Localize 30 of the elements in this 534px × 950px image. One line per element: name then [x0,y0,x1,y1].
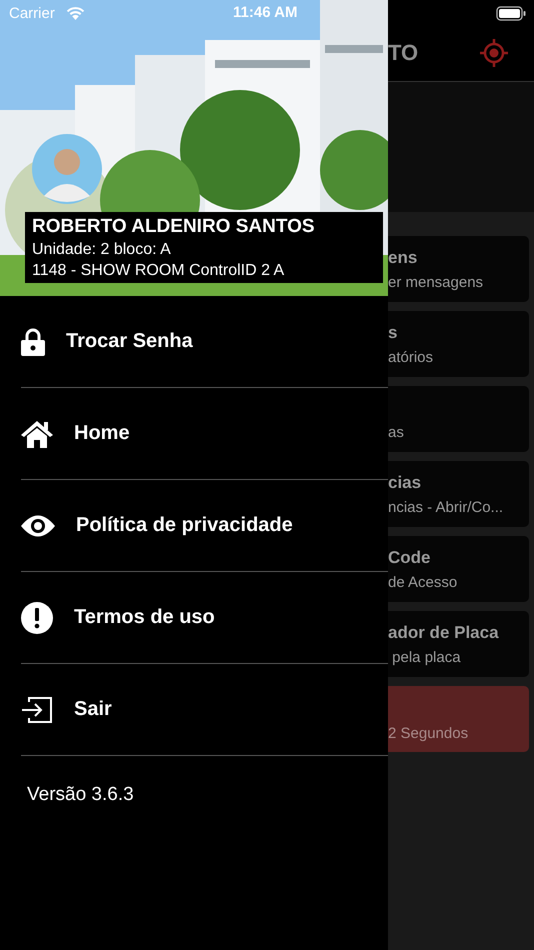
menu-item[interactable]: Termos de uso [21,572,388,664]
menu-card[interactable]: 2 Segundos [388,686,529,752]
card-title: cias [388,472,422,492]
card-subtitle: atórios [388,348,434,366]
menu-card[interactable]: as [388,386,529,452]
menu-item[interactable]: Política de privacidade [21,480,388,572]
menu-card[interactable]: cias ncias - Abrir/Co... [388,461,529,527]
menu-item[interactable]: Home [21,388,388,480]
card-subtitle: 2 Segundos [388,725,470,742]
card-subtitle: er mensagens [388,274,484,290]
clock-label: 11:46 AM [233,4,298,21]
card-title: ens [388,248,418,268]
menu-card[interactable]: Code de Acesso [388,536,529,602]
card-subtitle: de Acesso [388,574,458,590]
user-name: ROBERTO ALDENIRO SANTOS [32,215,316,239]
menu-card[interactable]: ens er mensagens [388,236,529,302]
version-label: Versão 3.6.3 [27,784,135,806]
card-subtitle: as [388,424,405,440]
header-title: TO [388,40,418,66]
card-subtitle: pela placa [391,648,462,666]
menu-item[interactable]: Trocar Senha [21,296,388,388]
card-title: s [388,322,398,342]
site-label: 1148 - SHOW ROOM ControlID 2 A [32,261,286,281]
carrier-label: Carrier [9,5,55,22]
menu-card[interactable]: s atórios [388,311,529,377]
card-title: Code [388,548,432,568]
card-subtitle: ncias - Abrir/Co... [388,498,504,516]
menu-card[interactable]: ador de Placa pela placa [388,611,529,677]
unit-label: Unidade: 2 bloco: A [32,240,172,260]
card-title: ador de Placa [388,622,500,642]
